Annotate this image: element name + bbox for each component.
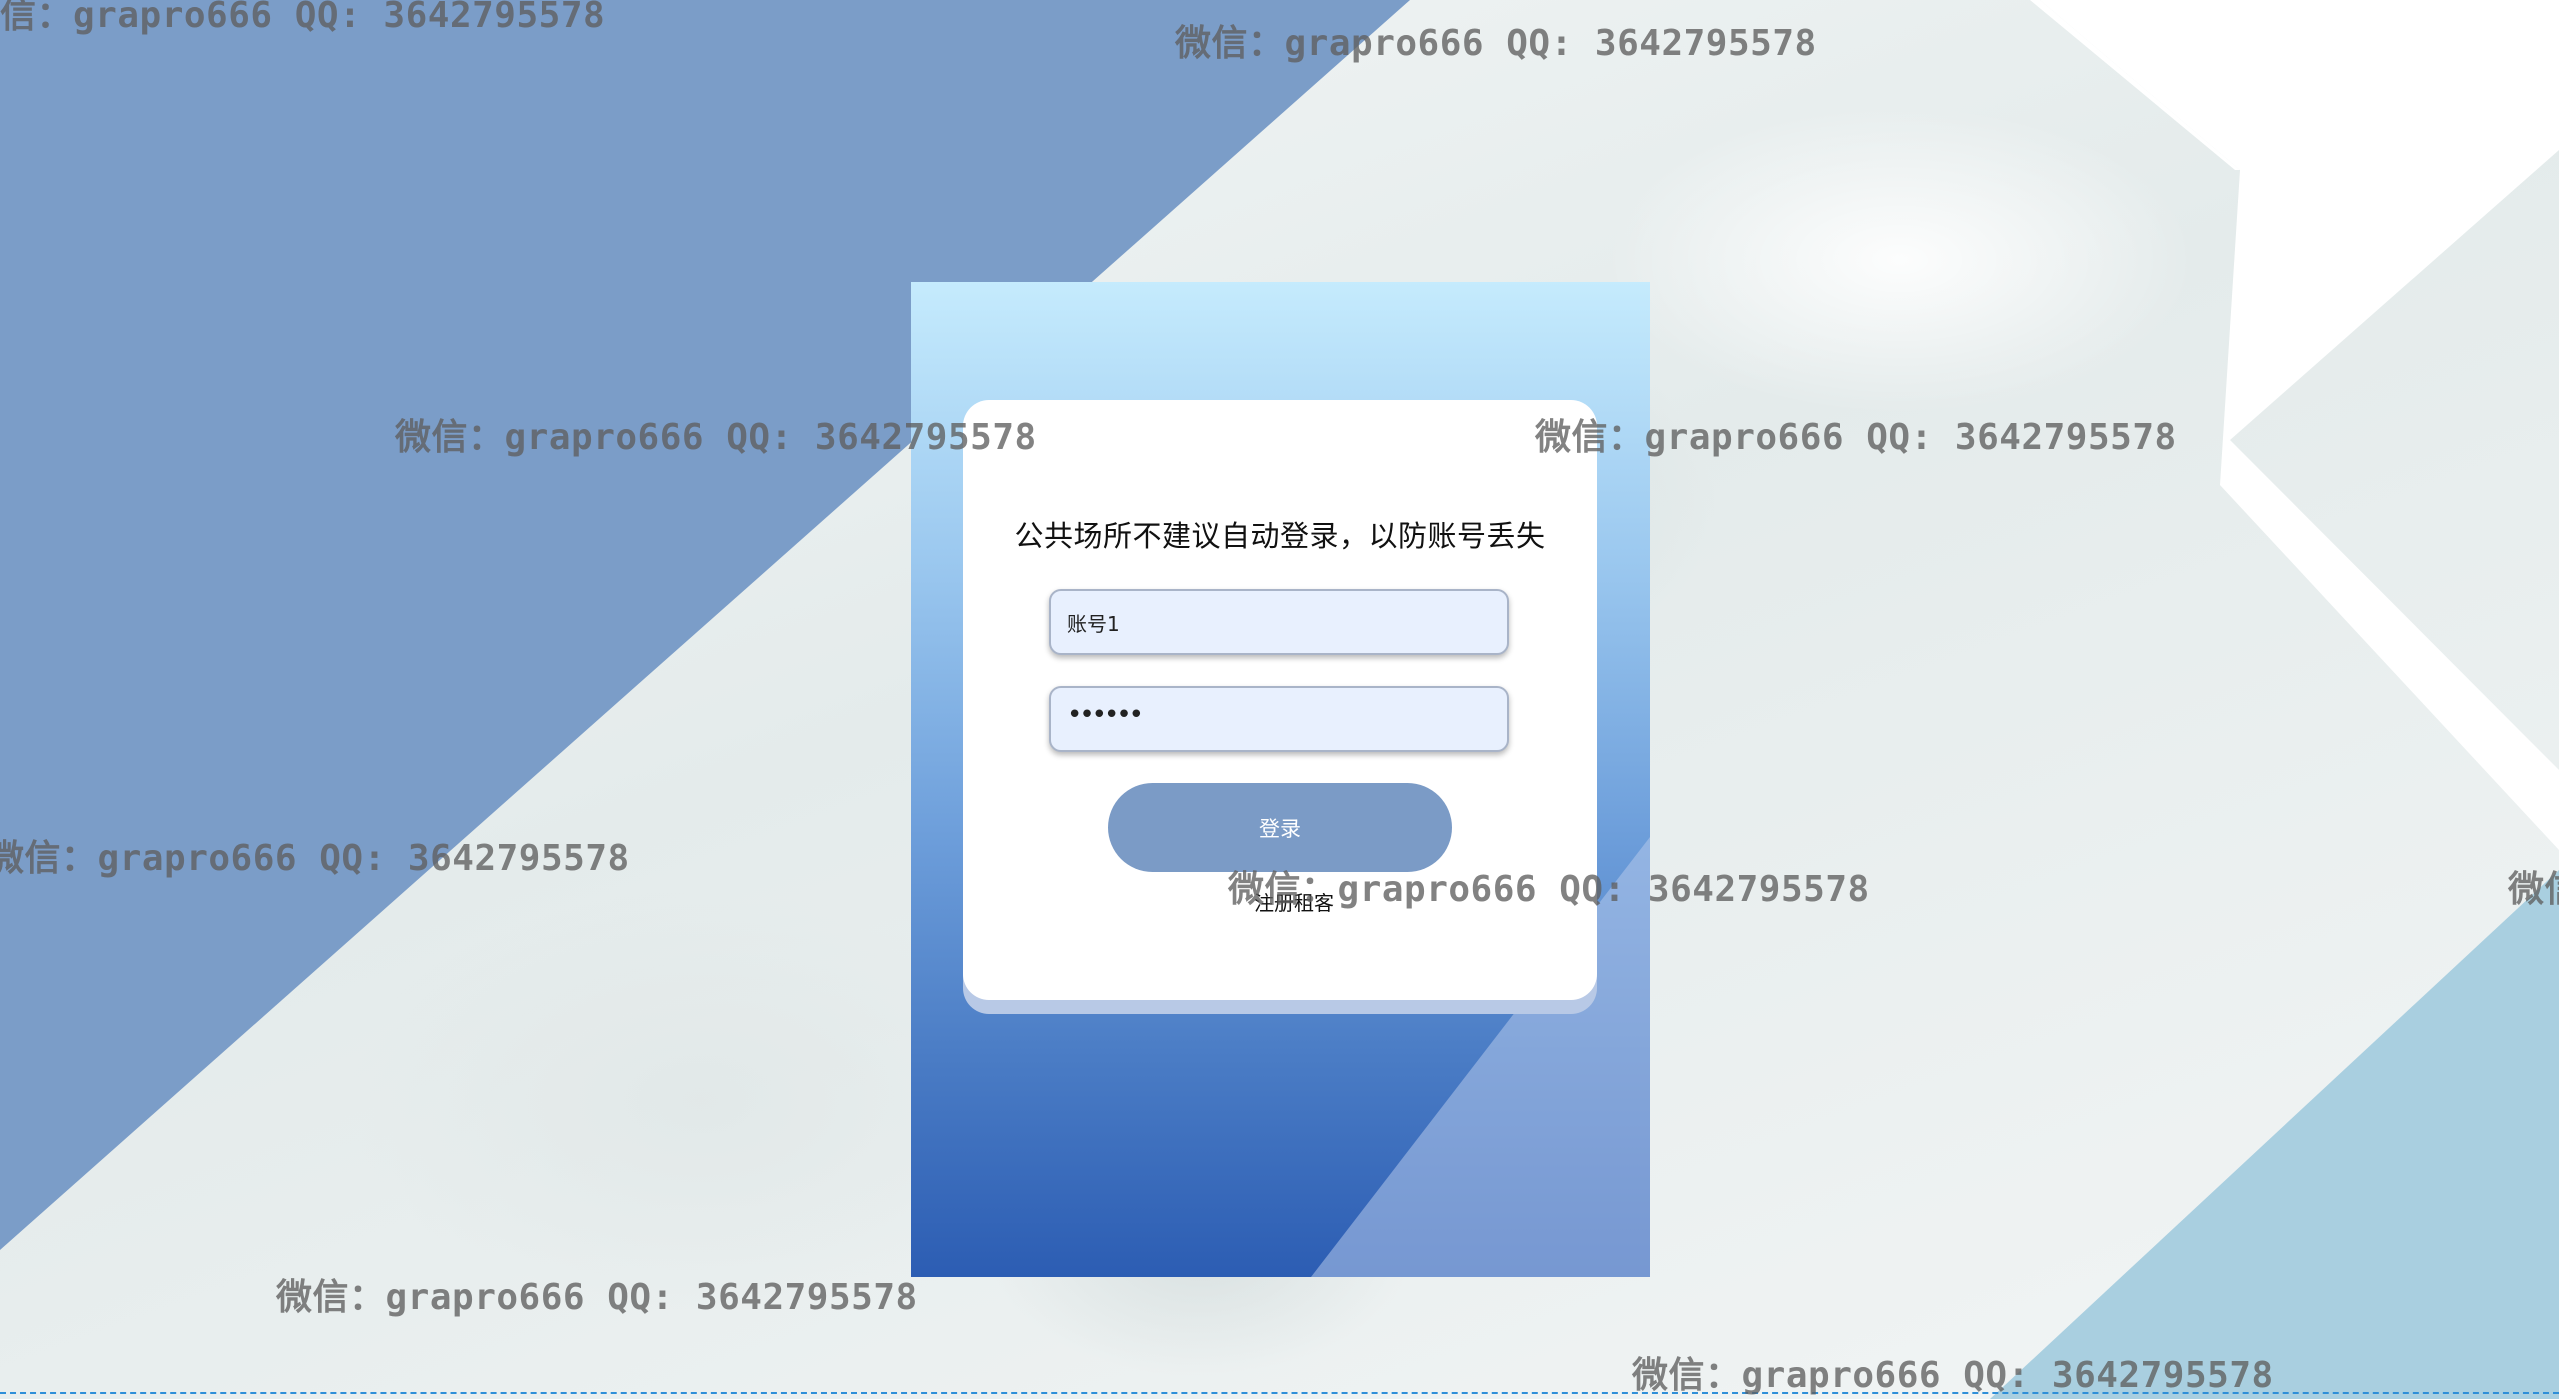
watermark-text: 微信：grapro666 QQ: 3642795578: [1535, 417, 2177, 458]
watermark-text: 信：grapro666 QQ: 3642795578: [0, 0, 606, 36]
login-button[interactable]: 登录: [1108, 783, 1452, 872]
watermark-text: 微信：grapro666 QQ: 3642795578: [276, 1277, 918, 1318]
bottom-right-triangle: [1990, 870, 2559, 1399]
watermark-text: 微信：grapro666 QQ: 3642795578: [1632, 1355, 2274, 1396]
watermark-text: 微信：grapro666 QQ: 3642795578: [1175, 23, 1817, 64]
username-input[interactable]: 账号1: [1049, 589, 1509, 655]
watermark-text: 微信：grapro666 QQ: 3642795578: [1228, 869, 1870, 910]
password-input[interactable]: ••••••: [1049, 686, 1509, 752]
watermark-text: 微信: [2508, 869, 2559, 910]
security-notice: 公共场所不建议自动登录，以防账号丢失: [1014, 519, 1546, 553]
watermark-text: 微信：grapro666 QQ: 3642795578: [0, 838, 630, 879]
watermark-text: 微信：grapro666 QQ: 3642795578: [395, 417, 1037, 458]
